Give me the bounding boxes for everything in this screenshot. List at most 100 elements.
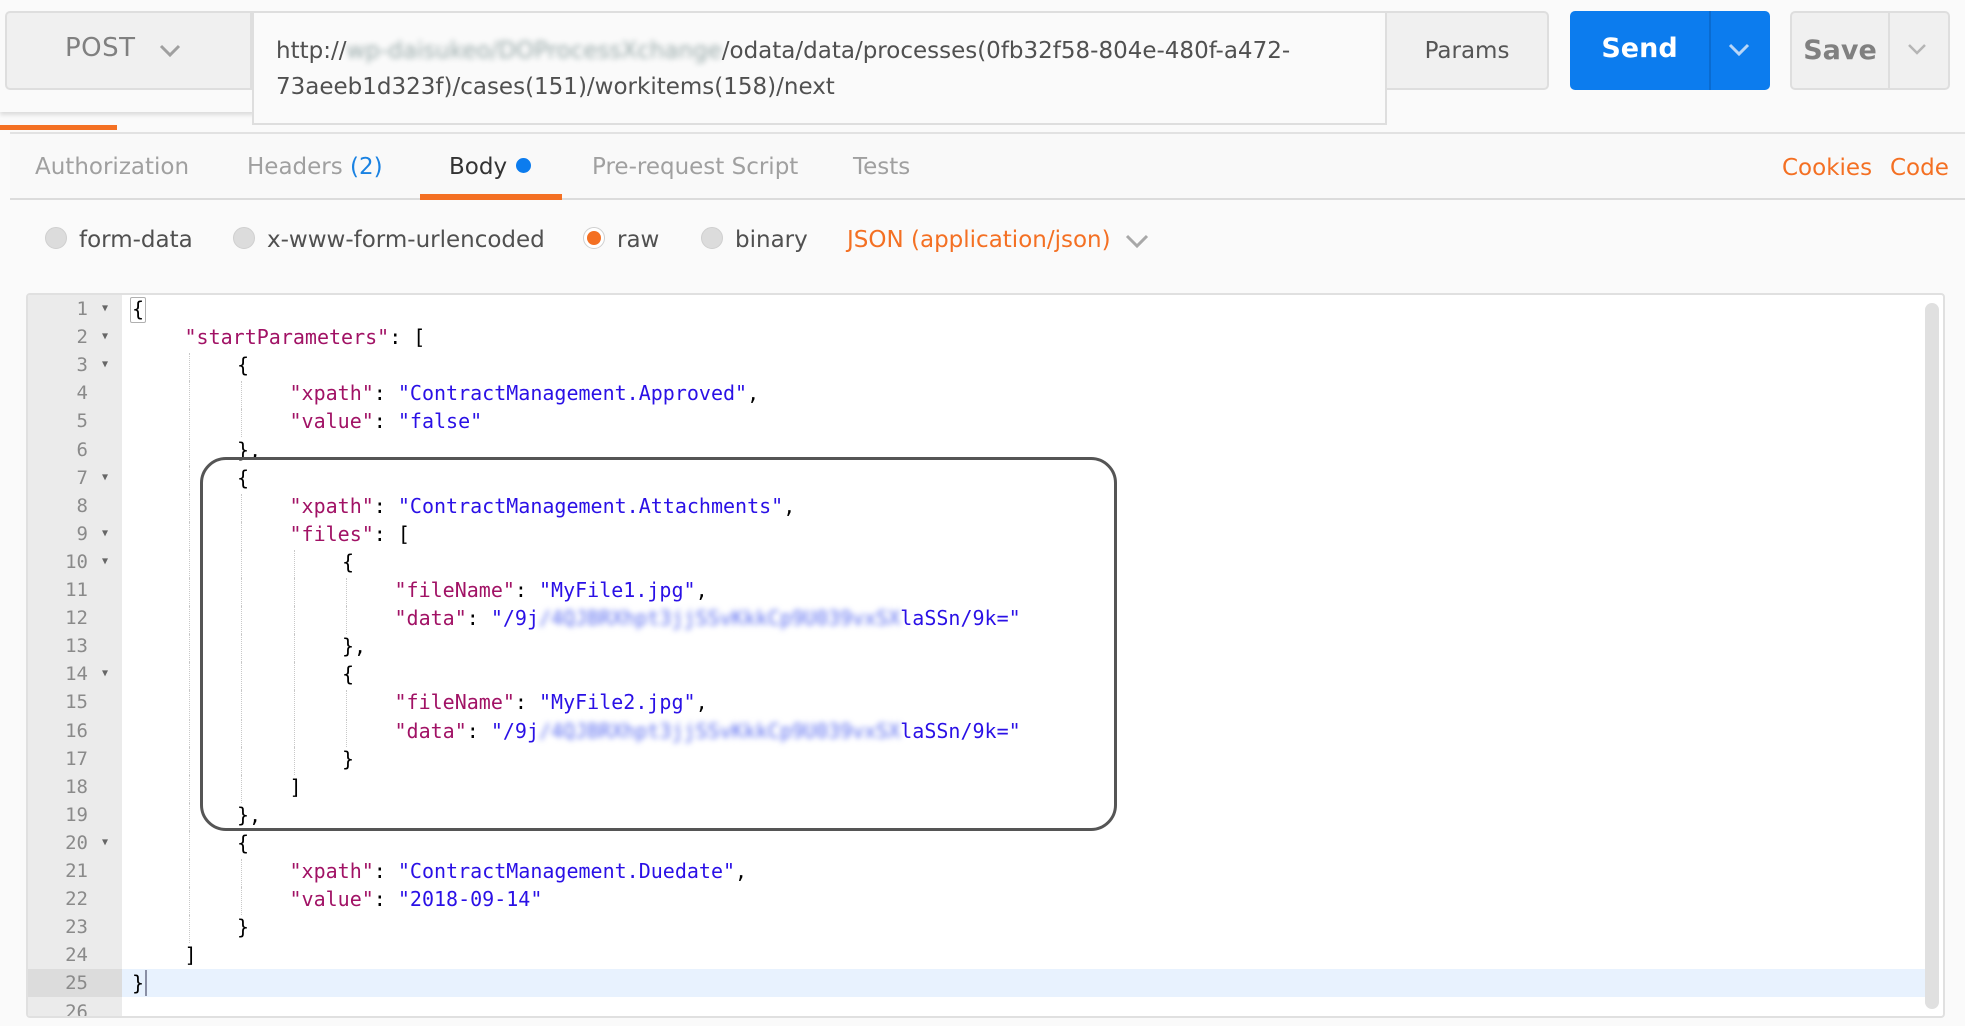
tab-headers[interactable]: Headers (2) — [247, 154, 383, 180]
line-number: 16 — [28, 717, 122, 745]
line-number: 26 — [28, 998, 122, 1017]
fold-arrow-icon[interactable]: ▼ — [102, 464, 108, 492]
indent-guide — [188, 887, 190, 916]
json-punctuation: : [ — [389, 325, 426, 350]
indent-guide — [241, 859, 242, 888]
code-line: "fileName": "MyFile1.jpg", — [395, 576, 708, 604]
chevron-down-icon[interactable] — [1125, 232, 1149, 252]
line-number-gutter: 1 ▼ 2 ▼ 3 ▼ 4 5 6 7 ▼ 8 9 ▼ 10 ▼ 11 12 13 14 ▼ 15 16 17 18 19 20 ▼ 2… — [28, 295, 122, 1016]
hidden-tab-strip — [0, 90, 255, 112]
save-options-chevron-icon[interactable] — [1907, 39, 1927, 59]
url-scheme: http:// — [276, 38, 347, 64]
fold-arrow-icon[interactable]: ▼ — [102, 548, 108, 576]
json-string: "ContractManagement.Attachments" — [397, 493, 784, 518]
json-punctuation: : — [373, 493, 398, 518]
json-punctuation: : — [466, 718, 491, 743]
body-code-editor[interactable]: 1 ▼ 2 ▼ 3 ▼ 4 5 6 7 ▼ 8 9 ▼ 10 ▼ 11 12 13 14 ▼ 15 16 17 18 19 20 ▼ 2… — [26, 293, 1945, 1018]
code-line: { — [342, 660, 354, 688]
url-line-2: 73aeeb1d323f)/cases(151)/workitems(158)/… — [276, 74, 835, 100]
indent-guide — [293, 634, 295, 663]
line-number: 11 — [28, 576, 122, 604]
json-key: "data" — [394, 718, 467, 743]
code-line: }, — [237, 436, 261, 464]
json-punctuation: , — [783, 493, 796, 518]
indent-guide — [188, 746, 190, 775]
line-number-text: 12 — [65, 607, 88, 630]
indent-guide — [241, 521, 242, 550]
modified-dot-icon — [516, 158, 532, 173]
fold-arrow-icon[interactable]: ▼ — [102, 295, 108, 323]
line-number-text: 22 — [65, 888, 88, 911]
json-punctuation: : — [373, 887, 398, 912]
tab-authorization[interactable]: Authorization — [35, 154, 189, 180]
indent-guide — [241, 718, 242, 747]
indent-guide — [241, 774, 242, 803]
fold-arrow-icon[interactable]: ▼ — [102, 660, 108, 688]
line-number: 20 ▼ — [28, 829, 122, 857]
code-line: "value": "false" — [290, 407, 483, 435]
json-key: "value" — [289, 409, 374, 434]
line-number: 17 — [28, 745, 122, 773]
json-key: "fileName" — [394, 690, 515, 715]
line-number-text: 9 — [76, 522, 88, 545]
fold-arrow-icon[interactable]: ▼ — [102, 323, 108, 351]
indent-guide — [188, 690, 190, 719]
indent-guide — [293, 662, 295, 691]
content-type-select[interactable]: JSON (application/json) — [847, 227, 1111, 253]
code-line: "startParameters": [ — [185, 323, 426, 351]
method-select[interactable]: POST — [5, 11, 252, 90]
send-options-chevron-icon[interactable] — [1728, 39, 1750, 61]
method-label: POST — [65, 33, 136, 63]
indent-guide — [188, 465, 190, 494]
active-tab-underline — [420, 194, 562, 200]
line-number-text: 24 — [65, 944, 88, 967]
cookies-link[interactable]: Cookies — [1782, 155, 1872, 181]
active-line-highlight — [122, 969, 1925, 998]
code-line: "data": "/9j/4QJBRXhpt3jjSSvKkkCp9U039vx… — [395, 717, 1021, 745]
radio-circle-icon — [45, 227, 67, 249]
send-button[interactable]: Send — [1570, 11, 1770, 90]
fold-arrow-icon[interactable]: ▼ — [102, 351, 108, 379]
chevron-down-icon — [159, 44, 181, 58]
save-button[interactable]: Save — [1790, 11, 1950, 90]
params-button[interactable]: Params — [1387, 11, 1549, 90]
line-number: 12 — [28, 604, 122, 632]
line-number-text: 15 — [65, 691, 88, 714]
url-input[interactable]: http://wp-daisukeo/DOProcessXchange/odat… — [252, 11, 1387, 125]
tab-body[interactable]: Body — [449, 154, 532, 180]
json-string: "/9j — [490, 606, 540, 631]
json-punctuation: : — [373, 409, 398, 434]
code-link[interactable]: Code — [1890, 155, 1949, 181]
code-line: "xpath": "ContractManagement.Approved", — [290, 379, 760, 407]
editor-scrollbar[interactable] — [1925, 303, 1939, 1009]
params-label: Params — [1424, 38, 1510, 64]
radio-label: x-www-form-urlencoded — [267, 227, 545, 253]
tab-tests[interactable]: Tests — [853, 154, 910, 180]
indent-guide — [293, 746, 295, 775]
line-number-text: 4 — [76, 382, 88, 405]
json-punctuation: }, — [237, 802, 262, 827]
line-number-text: 16 — [65, 719, 88, 742]
line-number-text: 1 — [76, 298, 88, 320]
indent-guide — [346, 606, 347, 635]
line-number-text: 21 — [65, 860, 88, 882]
json-string: "MyFile1.jpg" — [539, 578, 696, 602]
indent-guide — [241, 634, 242, 663]
line-number: 9 ▼ — [28, 520, 122, 548]
line-number-text: 25 — [65, 972, 88, 995]
indent-guide — [188, 606, 190, 635]
indent-guide — [241, 887, 242, 916]
json-punctuation: : — [373, 859, 398, 883]
tab-pre-request-script[interactable]: Pre-request Script — [592, 154, 798, 180]
indent-guide — [188, 662, 190, 691]
code-line: { — [237, 829, 249, 857]
fold-arrow-icon[interactable]: ▼ — [102, 520, 108, 548]
code-line: { — [237, 464, 249, 492]
indent-guide — [241, 409, 242, 438]
line-number-text: 23 — [65, 916, 88, 939]
json-punctuation: { — [237, 830, 250, 855]
fold-arrow-icon[interactable]: ▼ — [102, 829, 108, 857]
json-string: laSSn/9k=" — [900, 718, 1021, 743]
json-punctuation: : — [373, 381, 398, 406]
line-number: 4 — [28, 379, 122, 407]
